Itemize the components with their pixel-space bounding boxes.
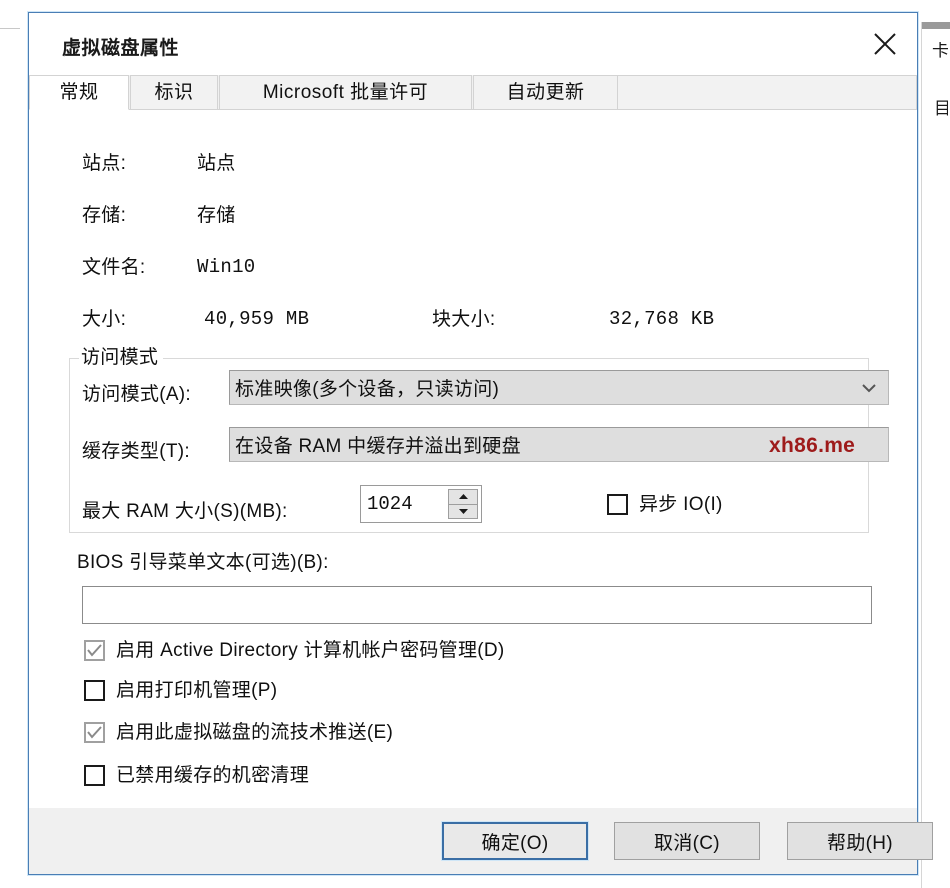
background-divider [0,28,20,29]
close-icon[interactable] [853,13,917,75]
block-size-label: 块大小: [432,309,496,330]
access-mode-label: 访问模式(A): [82,384,192,405]
cache-type-selected-value: 在设备 RAM 中缓存并溢出到硬盘 [235,436,521,457]
block-size-value: 32,768 KB [609,308,715,330]
tab-label: 标识 [154,82,194,103]
access-mode-groupbox-legend: 访问模式 [79,348,164,367]
max-ram-input[interactable] [361,486,444,522]
site-label: 站点: [82,153,127,174]
tab-label: Microsoft 批量许可 [262,82,429,103]
store-label: 存储: [82,205,127,226]
tab-label: 自动更新 [506,82,585,103]
filename-label: 文件名: [82,257,146,278]
filename-value: Win10 [197,256,256,278]
background-window-titlebar [922,22,950,29]
checkbox-box [84,722,105,743]
checkbox-printer-management[interactable]: 启用打印机管理(P) [84,680,277,701]
bios-boot-menu-text-label: BIOS 引导菜单文本(可选)(B): [77,552,329,573]
watermark-text: xh86.me [769,434,856,457]
checkbox-box [84,765,105,786]
stepper-up-icon[interactable] [448,489,478,505]
cancel-button[interactable]: 取消(C) [614,822,760,860]
ok-button-label: 确定(O) [481,832,549,854]
tab-strip: 常规 标识 Microsoft 批量许可 自动更新 [29,75,917,110]
background-window-strip [921,22,950,888]
bios-boot-menu-text-input[interactable] [82,586,872,624]
access-mode-selected-value: 标准映像(多个设备，只读访问) [235,379,500,400]
dialog-titlebar: 虚拟磁盘属性 [29,13,917,75]
checkbox-streaming-for-vdisk[interactable]: 启用此虚拟磁盘的流技术推送(E) [84,722,393,743]
checkbox-box [84,640,105,661]
chevron-down-icon [860,371,878,404]
site-value: 站点 [197,153,236,174]
checkbox-box [607,494,628,515]
dialog-title: 虚拟磁盘属性 [62,38,180,59]
async-io-label: 异步 IO(I) [639,494,723,515]
tab-identification[interactable]: 标识 [130,75,218,110]
store-value: 存储 [197,205,236,226]
tab-microsoft-volume-licensing[interactable]: Microsoft 批量许可 [219,75,472,110]
checkbox-label: 启用 Active Directory 计算机帐户密码管理(D) [116,640,505,661]
dialog-footer: 确定(O) 取消(C) 帮助(H) [29,808,933,874]
checkbox-disable-cached-secret-cleanup[interactable]: 已禁用缓存的机密清理 [84,765,309,786]
max-ram-size-label: 最大 RAM 大小(S)(MB): [82,501,288,522]
max-ram-stepper[interactable] [360,485,482,523]
stepper-buttons [448,489,478,519]
size-label: 大小: [82,309,127,330]
checkbox-label: 已禁用缓存的机密清理 [116,765,310,786]
background-text-bottom: 目 [934,100,948,117]
tab-auto-update[interactable]: 自动更新 [473,75,618,110]
tab-label: 常规 [59,82,99,103]
background-text-top: 卡 [932,42,948,59]
virtual-disk-properties-dialog: 虚拟磁盘属性 常规 标识 Microsoft 批量许可 自动更新 站点: 站点 … [28,12,933,875]
tab-general[interactable]: 常规 [29,75,129,110]
help-button[interactable]: 帮助(H) [787,822,933,860]
ok-button[interactable]: 确定(O) [442,822,588,860]
async-io-checkbox[interactable]: 异步 IO(I) [607,494,723,515]
size-value: 40,959 MB [204,308,310,330]
checkbox-active-directory-password-management[interactable]: 启用 Active Directory 计算机帐户密码管理(D) [84,640,505,661]
access-mode-select[interactable]: 标准映像(多个设备，只读访问) [229,370,889,405]
tab-strip-filler [618,75,917,110]
cancel-button-label: 取消(C) [654,832,720,854]
checkbox-box [84,680,105,701]
stepper-down-icon[interactable] [448,504,478,519]
tab-content-general: 站点: 站点 存储: 存储 文件名: Win10 大小: 40,959 MB 块… [29,109,917,809]
cache-type-label: 缓存类型(T): [82,441,190,462]
checkbox-label: 启用此虚拟磁盘的流技术推送(E) [116,722,394,743]
help-button-label: 帮助(H) [827,832,893,854]
checkbox-label: 启用打印机管理(P) [116,680,278,701]
